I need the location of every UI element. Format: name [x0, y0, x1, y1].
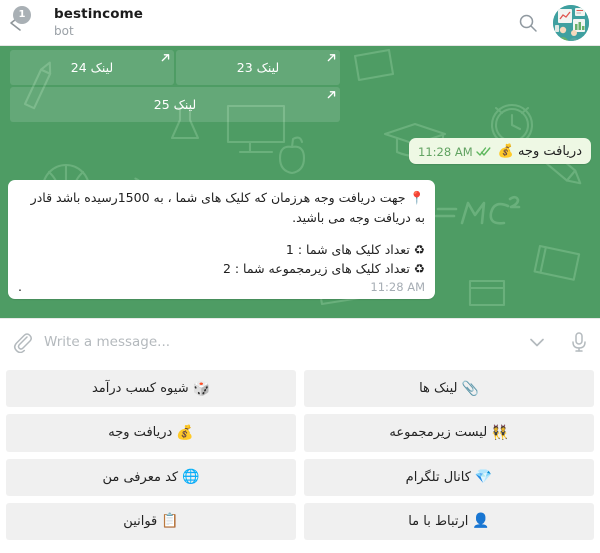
gem-icon: 💎 — [474, 469, 493, 486]
incoming-message-line-referral-clicks: ♻ تعداد کلیک های زیرمجموعه شما : 2 — [222, 261, 425, 276]
person-icon: 👤 — [472, 513, 490, 530]
reply-button-rules[interactable]: 📋 قوانین — [6, 502, 296, 540]
incoming-message-footer: . 11:28 AM — [18, 279, 425, 295]
voice-record-button[interactable] — [558, 319, 600, 366]
unread-count-badge: 1 — [13, 5, 31, 24]
search-icon — [519, 14, 537, 32]
message-time: 11:28 AM — [370, 280, 425, 294]
reply-button-label: قوانین — [123, 513, 158, 529]
chevron-down-icon — [530, 338, 544, 347]
reply-keyboard-row: 💰 دریافت وجه 👯 لیست زیرمجموعه — [6, 414, 594, 452]
message-time: 11:28 AM — [418, 144, 473, 159]
chat-message-area: لینک 24 لینک 23 لینک 25 دریافت وجه 💰 11:… — [0, 46, 600, 318]
inline-keyboard: لینک 24 لینک 23 لینک 25 — [10, 50, 340, 124]
reply-button-label: لینک ها — [419, 381, 458, 397]
reply-keyboard-row: 🎲 شیوه کسب درآمد 📎 لینک ها — [6, 370, 594, 408]
emoji-expand-button[interactable] — [516, 319, 558, 366]
avatar-image — [553, 4, 589, 41]
money-bag-icon: 💰 — [176, 424, 194, 441]
incoming-message-line-clicks: ♻ تعداد کلیک های شما : 1 — [285, 242, 425, 257]
reply-button-label: شیوه کسب درآمد — [91, 381, 189, 397]
reply-keyboard-row: 📋 قوانین 👤 ارتباط با ما — [6, 502, 594, 540]
outgoing-message-bubble[interactable]: دریافت وجه 💰 11:28 AM — [409, 138, 591, 164]
message-input[interactable] — [44, 318, 516, 366]
dice-icon: 🎲 — [192, 380, 211, 397]
reply-button-label: کانال تلگرام — [405, 469, 471, 485]
reply-button-label: ارتباط با ما — [408, 513, 469, 529]
reply-button-contact-us[interactable]: 👤 ارتباط با ما — [304, 502, 594, 540]
external-link-icon — [327, 91, 336, 99]
external-link-icon — [161, 54, 170, 62]
chat-header: 1 bestincome bot — [0, 0, 600, 46]
incoming-message-trailing-text: . — [18, 279, 22, 294]
dancers-icon: 👯 — [491, 424, 509, 441]
chat-status: bot — [54, 23, 74, 38]
back-button[interactable]: 1 — [0, 0, 46, 46]
reply-button-label: دریافت وجه — [108, 425, 173, 441]
inline-keyboard-row: لینک 24 لینک 23 — [10, 50, 340, 85]
reply-keyboard: 🎲 شیوه کسب درآمد 📎 لینک ها 💰 دریافت وجه … — [0, 365, 600, 553]
reply-button-referral-code[interactable]: 🌐 کد معرفی من — [6, 458, 296, 496]
telegram-chat-screen: 1 bestincome bot لینک 24 لینک 23 لینک 25… — [0, 0, 600, 553]
paperclip-icon — [13, 333, 32, 353]
external-link-icon — [327, 54, 336, 62]
reply-button-label: کد معرفی من — [102, 469, 179, 485]
reply-button-label: لیست زیرمجموعه — [389, 425, 488, 441]
page-title: bestincome — [54, 5, 144, 22]
reply-button-referral-list[interactable]: 👯 لیست زیرمجموعه — [304, 414, 594, 452]
globe-icon: 🌐 — [182, 469, 200, 486]
search-button[interactable] — [506, 0, 550, 46]
outgoing-message-label: دریافت وجه — [517, 144, 582, 159]
message-composer — [0, 318, 600, 366]
attach-button[interactable] — [0, 319, 44, 366]
reply-button-withdraw[interactable]: 💰 دریافت وجه — [6, 414, 296, 452]
clipboard-icon: 📋 — [161, 513, 179, 530]
microphone-icon — [572, 332, 586, 352]
paperclip-icon: 📎 — [461, 380, 479, 397]
message-meta: 11:28 AM — [418, 145, 491, 159]
reply-button-income-method[interactable]: 🎲 شیوه کسب درآمد — [6, 370, 296, 408]
inline-button-link-23[interactable]: لینک 23 — [176, 50, 340, 85]
chat-title-block[interactable]: bestincome bot — [46, 5, 506, 39]
inline-button-label: لینک 23 — [236, 60, 280, 75]
reply-keyboard-row: 🌐 کد معرفی من 💎 کانال تلگرام — [6, 458, 594, 496]
inline-button-link-24[interactable]: لینک 24 — [10, 50, 174, 85]
inline-button-label: لینک 24 — [70, 60, 114, 75]
incoming-message-bubble[interactable]: 📍 جهت دریافت وجه هرزمان که کلیک های شما … — [8, 180, 435, 299]
reply-button-links[interactable]: 📎 لینک ها — [304, 370, 594, 408]
inline-button-label: لینک 25 — [153, 97, 197, 112]
double-check-icon — [475, 147, 491, 156]
money-bag-icon: 💰 — [497, 144, 514, 159]
inline-keyboard-row: لینک 25 — [10, 87, 340, 122]
inline-button-link-25[interactable]: لینک 25 — [10, 87, 340, 122]
reply-button-telegram-channel[interactable]: 💎 کانال تلگرام — [304, 458, 594, 496]
incoming-message-paragraph: 📍 جهت دریافت وجه هرزمان که کلیک های شما … — [30, 190, 425, 225]
avatar[interactable] — [550, 0, 600, 46]
outgoing-message-text: دریافت وجه 💰 — [498, 144, 582, 159]
